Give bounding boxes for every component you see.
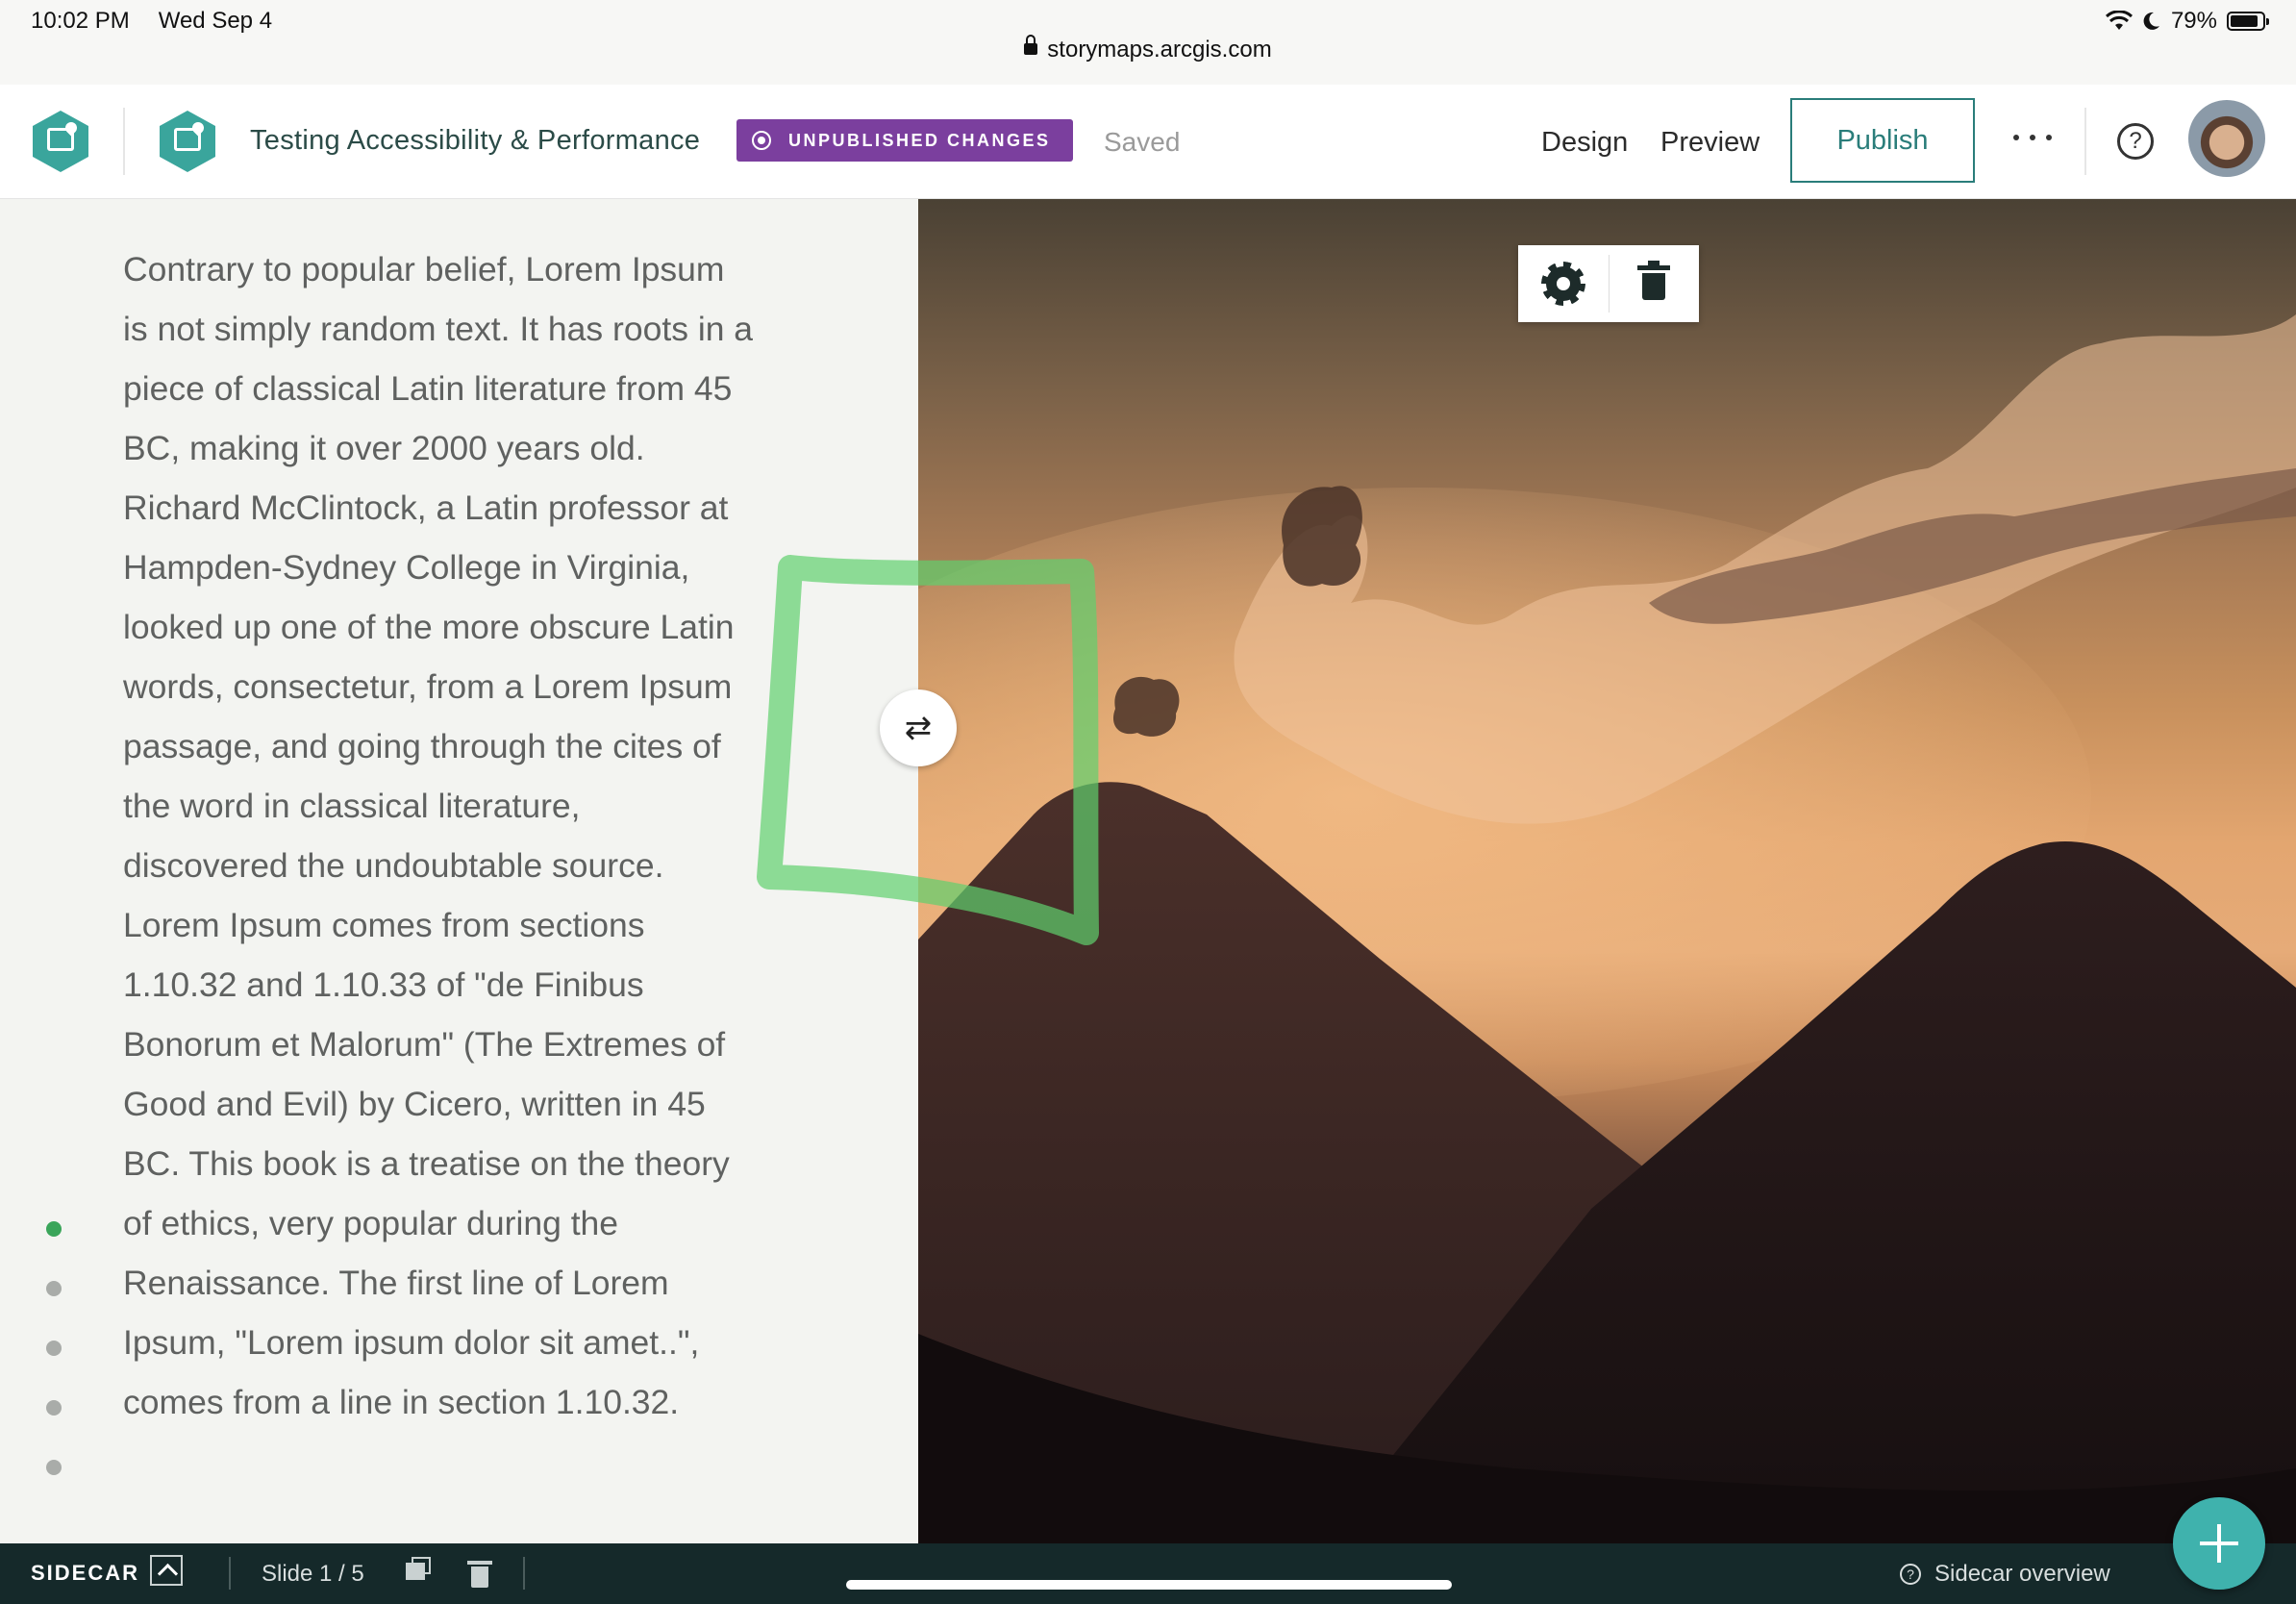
status-date: Wed Sep 4 <box>158 8 273 34</box>
unpublished-icon <box>752 131 771 150</box>
bar-divider <box>229 1557 231 1590</box>
narrative-line: BC. This book is a treatise on the theor… <box>123 1144 730 1183</box>
story-title[interactable]: Testing Accessibility & Performance <box>250 125 700 157</box>
help-icon[interactable]: ? <box>2117 123 2154 160</box>
slide-nav-dot[interactable] <box>46 1460 62 1475</box>
overview-label: Sidecar overview <box>1934 1561 2110 1587</box>
media-toolbar <box>1518 245 1699 322</box>
narrative-line: comes from a line in section 1.10.32. <box>123 1383 680 1421</box>
gear-icon <box>1545 266 1581 301</box>
header-divider-right <box>2084 108 2086 175</box>
narrative-line: 1.10.32 and 1.10.33 of "de Finibus <box>123 965 644 1004</box>
narrative-line: the word in classical literature, <box>123 787 581 825</box>
publish-button[interactable]: Publish <box>1790 98 1975 183</box>
slide-nav-dot[interactable] <box>46 1221 62 1237</box>
sidecar-mode-label[interactable]: SIDECAR <box>31 1561 139 1586</box>
wifi-icon <box>2105 11 2133 30</box>
swap-icon: ⇄ <box>904 709 933 747</box>
narrative-line: Hampden-Sydney College in Virginia, <box>123 548 690 587</box>
badge-label: UNPUBLISHED CHANGES <box>788 130 1051 150</box>
more-icon[interactable] <box>2013 135 2052 144</box>
narrative-line: Good and Evil) by Cicero, written in 45 <box>123 1085 706 1123</box>
swap-panels-button[interactable]: ⇄ <box>880 689 957 766</box>
header-divider <box>123 108 125 175</box>
unpublished-changes-badge[interactable]: UNPUBLISHED CHANGES <box>736 119 1073 162</box>
narrative-line: Bonorum et Malorum" (The Extremes of <box>123 1025 726 1064</box>
narrative-text[interactable]: Contrary to popular belief, Lorem Ipsum i… <box>123 239 815 1432</box>
delete-slide-icon[interactable] <box>467 1561 492 1588</box>
url-text: storymaps.arcgis.com <box>1047 37 1272 63</box>
status-time: 10:02 PM <box>31 8 130 34</box>
storymaps-logo-icon[interactable] <box>33 111 88 172</box>
narrative-line: Contrary to popular belief, Lorem Ipsum <box>123 250 725 288</box>
battery-icon <box>2227 12 2269 31</box>
settings-button[interactable] <box>1518 245 1609 322</box>
volcano-sunset-image <box>918 314 2296 1543</box>
delete-media-button[interactable] <box>1610 245 1700 322</box>
narrative-line: Lorem Ipsum comes from sections <box>123 906 645 944</box>
bar-divider-2 <box>523 1557 525 1590</box>
trash-icon <box>1637 261 1671 300</box>
address-bar[interactable]: storymaps.arcgis.com <box>0 34 2296 63</box>
storymaps-header: Testing Accessibility & Performance UNPU… <box>0 85 2296 199</box>
narrative-line: words, consectetur, from a Lorem Ipsum <box>123 667 733 706</box>
moon-icon <box>2143 12 2159 30</box>
avatar[interactable] <box>2188 100 2265 177</box>
slide-nav-dot[interactable] <box>46 1341 62 1356</box>
narrative-line: looked up one of the more obscure Latin <box>123 608 735 646</box>
narrative-line: BC, making it over 2000 years old. <box>123 429 645 467</box>
story-logo-icon <box>160 111 215 172</box>
narrative-line: discovered the undoubtable source. <box>123 846 664 885</box>
save-status: Saved <box>1104 127 1181 157</box>
battery-percent: 79% <box>2170 8 2217 34</box>
media-panel[interactable] <box>918 199 2296 1543</box>
narrative-line: of ethics, very popular during the <box>123 1204 619 1242</box>
sidecar-overview-link[interactable]: ? Sidecar overview <box>1900 1561 2110 1588</box>
design-link[interactable]: Design <box>1541 127 1628 159</box>
slide-counter: Slide 1 / 5 <box>262 1561 364 1587</box>
chevron-up-icon[interactable] <box>150 1555 183 1586</box>
slide-nav-dot[interactable] <box>46 1281 62 1296</box>
narrative-line: is not simply random text. It has roots … <box>123 310 754 348</box>
ios-status-bar: 10:02 PM Wed Sep 4 storymaps.arcgis.com 7… <box>0 0 2296 86</box>
home-indicator <box>846 1580 1452 1590</box>
question-icon: ? <box>1900 1564 1921 1585</box>
narrative-line: piece of classical Latin literature from… <box>123 369 733 408</box>
narrative-line: Renaissance. The first line of Lorem <box>123 1264 669 1302</box>
narrative-line: Richard McClintock, a Latin professor at <box>123 489 729 527</box>
duplicate-icon[interactable] <box>406 1557 431 1580</box>
status-time-date: 10:02 PM Wed Sep 4 <box>31 8 272 35</box>
narrative-line: Ipsum, "Lorem ipsum dolor sit amet..", <box>123 1323 700 1362</box>
preview-link[interactable]: Preview <box>1660 127 1759 159</box>
lock-icon <box>1024 34 1038 55</box>
status-indicators: 79% <box>2105 8 2269 35</box>
add-slide-button[interactable] <box>2173 1497 2265 1590</box>
sidecar-builder-bar: SIDECAR Slide 1 / 5 ? Sidecar overview <box>0 1543 2296 1604</box>
slide-nav-dot[interactable] <box>46 1400 62 1416</box>
narrative-line: passage, and going through the cites of <box>123 727 721 765</box>
